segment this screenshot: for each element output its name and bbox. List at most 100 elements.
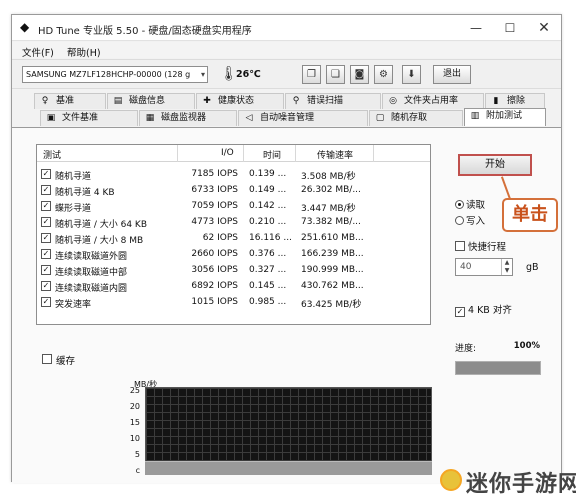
align-4kb-checkbox[interactable]: ✓ — [455, 307, 465, 317]
minimize-button[interactable]: — — [463, 18, 489, 38]
col-speed-header[interactable]: 传输速率 — [317, 148, 353, 161]
results-table: 测试 I/O 时间 传输速率 ✓ 随机寻道 7185 IOPS 0.139 ..… — [36, 144, 431, 325]
tab-noise-management[interactable]: ◁ 自动噪音管理 — [238, 110, 368, 126]
row-test-name: 随机寻道 — [55, 172, 92, 182]
row-io: 62 IOPS — [202, 233, 238, 243]
copy-all-icon: ❏ — [331, 69, 340, 80]
cache-label: 缓存 — [56, 356, 76, 367]
disk-info-icon: ▤ — [113, 96, 123, 106]
callout-pointer — [500, 176, 512, 200]
quick-stroke-stepper[interactable]: 40 ▲ ▼ — [455, 258, 513, 276]
noise-icon: ◁ — [245, 113, 253, 123]
quick-stroke-unit: gB — [526, 262, 539, 273]
file-benchmark-icon: ▣ — [46, 113, 56, 123]
col-io-header[interactable]: I/O — [221, 148, 234, 158]
row-checkbox[interactable]: ✓ — [41, 185, 51, 195]
radio-indicator — [455, 216, 464, 225]
row-checkbox[interactable]: ✓ — [41, 201, 51, 211]
start-button[interactable]: 开始 — [458, 154, 532, 176]
col-test-header[interactable]: 测试 — [43, 148, 61, 161]
row-test-name: 连续读取磁道内圆 — [55, 284, 128, 294]
cache-checkbox[interactable] — [42, 354, 52, 364]
row-test-name: 随机寻道 / 大小 8 MB — [55, 236, 144, 246]
folder-usage-icon: ◎ — [389, 96, 397, 106]
row-checkbox[interactable]: ✓ — [41, 233, 51, 243]
table-row[interactable]: ✓ 随机寻道 4 KB 6733 IOPS 0.149 ... 26.302 M… — [37, 182, 430, 198]
table-row[interactable]: ✓ 连续读取磁道内圆 6892 IOPS 0.145 ... 430.762 M… — [37, 278, 430, 294]
row-checkbox[interactable]: ✓ — [41, 217, 51, 227]
spin-arrows-icon[interactable]: ▲ ▼ — [501, 259, 512, 275]
settings-icon: ⚙ — [379, 69, 388, 80]
row-checkbox[interactable]: ✓ — [41, 169, 51, 179]
tab-erase[interactable]: ▮ 擦除 — [485, 93, 545, 109]
tab-disk-info[interactable]: ▤ 磁盘信息 — [107, 93, 195, 109]
tab-label: 基准 — [56, 96, 75, 106]
row-test-name: 蝶形寻道 — [55, 204, 92, 214]
row-checkbox[interactable]: ✓ — [41, 297, 51, 307]
graph-y-tick: 10 — [129, 434, 140, 443]
options-button[interactable]: ⚙ — [374, 65, 393, 84]
error-scan-icon: ⚲ — [292, 96, 300, 106]
tab-strip: ♀ 基准 ▤ 磁盘信息 ✚ 健康状态 ⚲ 错误扫描 ◎ 文件夹占用率 ▮ 擦除 ▣ 文件基准 … — [12, 93, 561, 127]
click-callout: 单击 — [502, 198, 558, 232]
tab-benchmark[interactable]: ♀ 基准 — [34, 93, 106, 109]
row-time: 0.145 ... — [249, 281, 287, 291]
column-divider — [243, 145, 244, 162]
row-time: 0.142 ... — [249, 201, 287, 211]
table-row[interactable]: ✓ 蝶形寻道 7059 IOPS 0.142 ... 3.447 MB/秒 — [37, 198, 430, 214]
close-button[interactable]: ✕ — [531, 18, 557, 38]
row-io: 2660 IOPS — [191, 249, 238, 259]
temperature-readout: 26℃ — [236, 69, 261, 80]
copy-button[interactable]: ❐ — [302, 65, 321, 84]
quick-stroke-label: 快捷行程 — [468, 242, 507, 253]
row-speed: 63.425 MB/秒 — [301, 300, 362, 310]
table-row[interactable]: ✓ 随机寻道 7185 IOPS 0.139 ... 3.508 MB/秒 — [37, 166, 430, 182]
save-icon: ⬇ — [407, 69, 416, 80]
progress-bar — [455, 361, 541, 375]
tab-extra-tests[interactable]: ▥ 附加测试 — [464, 108, 546, 126]
row-time: 0.985 ... — [249, 297, 287, 307]
menu-help[interactable]: 帮助(H) — [67, 45, 101, 59]
align-4kb-option[interactable]: ✓ 4 KB 对齐 — [455, 302, 512, 317]
tab-health[interactable]: ✚ 健康状态 — [196, 93, 284, 109]
save-button[interactable]: ⬇ — [402, 65, 421, 84]
row-io: 6733 IOPS — [191, 185, 238, 195]
copy-all-button[interactable]: ❏ — [326, 65, 345, 84]
tab-error-scan[interactable]: ⚲ 错误扫描 — [285, 93, 381, 109]
row-io: 1015 IOPS — [191, 297, 238, 307]
row-speed: 3.508 MB/秒 — [301, 172, 356, 182]
tab-disk-monitor[interactable]: ▦ 磁盘监视器 — [139, 110, 237, 126]
menu-file[interactable]: 文件(F) — [22, 45, 54, 59]
graph-y-tick: 20 — [129, 402, 140, 411]
exit-button[interactable]: 退出 — [433, 65, 471, 84]
tab-random-access[interactable]: ▢ 随机存取 — [369, 110, 463, 126]
row-time: 0.139 ... — [249, 169, 287, 179]
write-radio[interactable]: 写入 — [455, 213, 485, 227]
row-checkbox[interactable]: ✓ — [41, 281, 51, 291]
row-checkbox[interactable]: ✓ — [41, 249, 51, 259]
tab-label: 健康状态 — [218, 96, 255, 106]
table-row[interactable]: ✓ 随机寻道 / 大小 8 MB 62 IOPS 16.116 ... 251.… — [37, 230, 430, 246]
tab-file-benchmark[interactable]: ▣ 文件基准 — [40, 110, 138, 126]
maximize-button[interactable]: ☐ — [497, 18, 523, 38]
tab-folder-usage[interactable]: ◎ 文件夹占用率 — [382, 93, 484, 109]
table-row[interactable]: ✓ 连续读取磁道中部 3056 IOPS 0.327 ... 190.999 M… — [37, 262, 430, 278]
drive-select-value: SAMSUNG MZ7LF128HCHP-00000 (128 g — [26, 70, 191, 79]
table-row[interactable]: ✓ 突发速率 1015 IOPS 0.985 ... 63.425 MB/秒 — [37, 294, 430, 310]
graph-y-tick: 5 — [134, 450, 140, 459]
row-checkbox[interactable]: ✓ — [41, 265, 51, 275]
tab-label: 随机存取 — [391, 113, 428, 123]
read-radio[interactable]: 读取 — [455, 197, 485, 211]
table-row[interactable]: ✓ 随机寻道 / 大小 64 KB 4773 IOPS 0.210 ... 73… — [37, 214, 430, 230]
erase-icon: ▮ — [493, 96, 499, 106]
quick-stroke-option[interactable]: 快捷行程 — [455, 239, 506, 253]
table-row[interactable]: ✓ 连续读取磁道外圆 2660 IOPS 0.376 ... 166.239 M… — [37, 246, 430, 262]
col-time-header[interactable]: 时间 — [263, 148, 281, 161]
quick-stroke-checkbox[interactable] — [455, 241, 465, 251]
row-speed: 251.610 MB... — [301, 233, 364, 243]
disk-monitor-icon: ▦ — [145, 113, 155, 123]
row-test-name: 突发速率 — [55, 300, 92, 310]
drive-select[interactable]: SAMSUNG MZ7LF128HCHP-00000 (128 g ▾ — [22, 66, 208, 83]
screenshot-button[interactable]: ◙ — [350, 65, 369, 84]
align-4kb-label: 4 KB 对齐 — [468, 305, 512, 316]
